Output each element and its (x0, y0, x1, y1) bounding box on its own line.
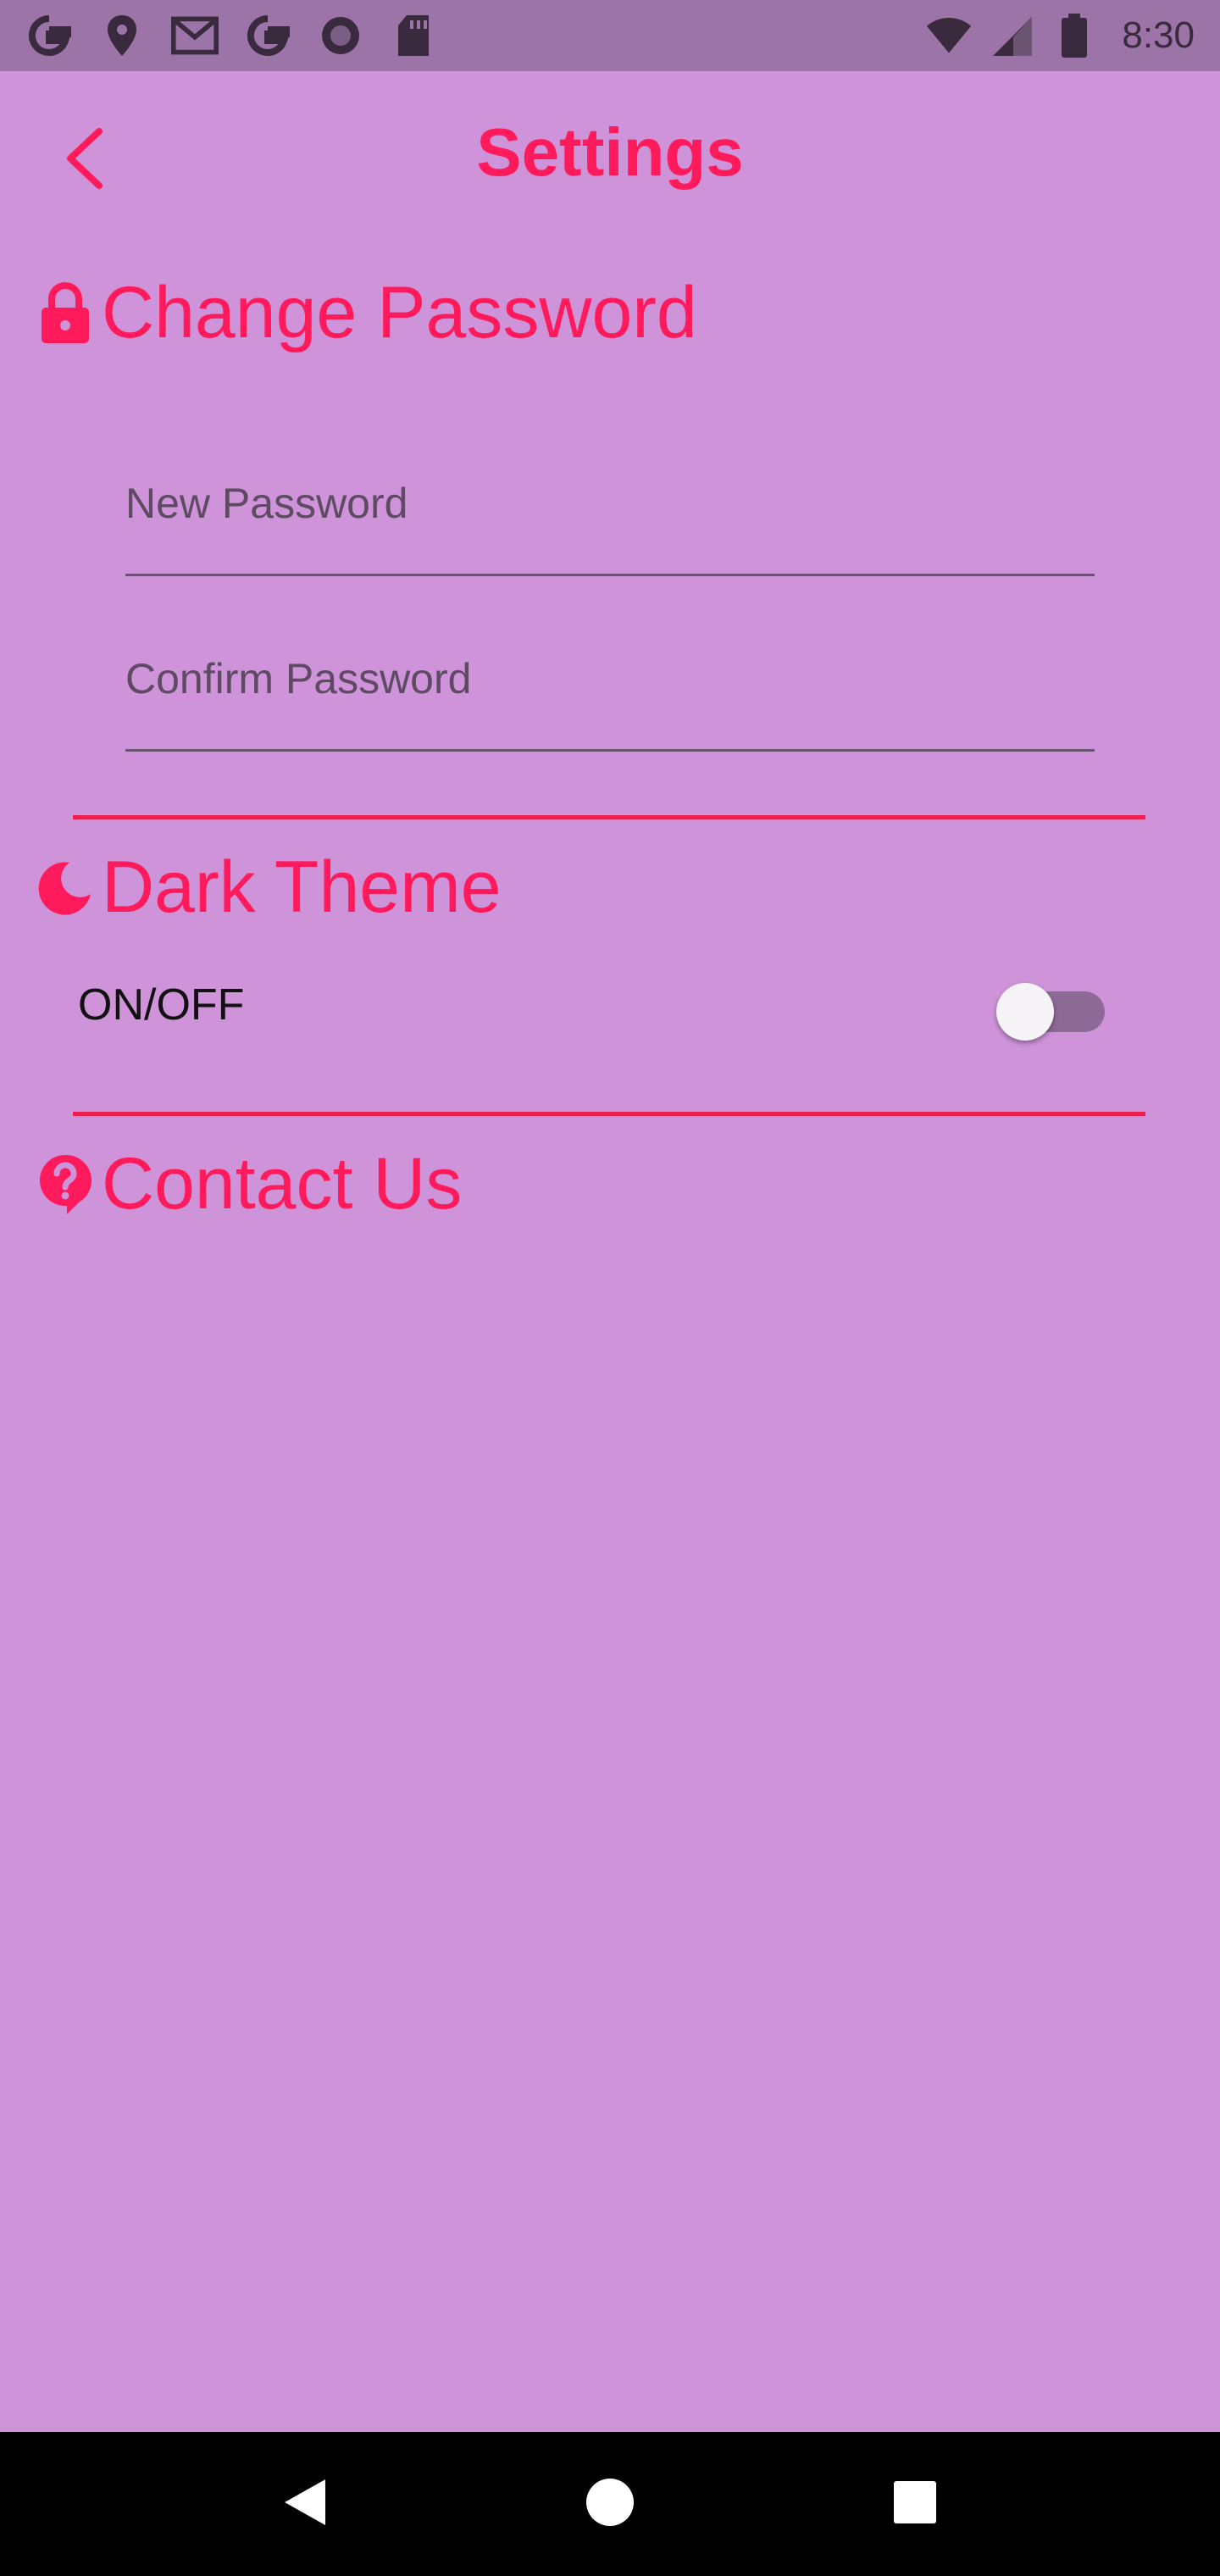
location-pin-icon (98, 12, 146, 59)
section-divider (73, 1112, 1145, 1116)
section-label-change-password: Change Password (102, 272, 697, 353)
system-navigation-bar (0, 2432, 1220, 2576)
confirm-password-input[interactable] (125, 641, 1095, 749)
signal-icon (988, 12, 1035, 59)
sd-card-icon (390, 12, 437, 59)
app-bar: Settings (0, 71, 1220, 241)
page-title: Settings (476, 114, 744, 190)
recents-square-icon (892, 2479, 938, 2529)
gmail-icon (171, 12, 219, 59)
section-dark-theme: Dark Theme (37, 846, 502, 930)
status-bar: 8:30 (0, 0, 1220, 71)
section-label-dark-theme: Dark Theme (102, 847, 502, 928)
new-password-input[interactable] (125, 466, 1095, 574)
google-icon (244, 12, 291, 59)
google-icon (25, 12, 73, 59)
wifi-icon (925, 12, 973, 59)
section-contact-us[interactable]: Contact Us (37, 1142, 462, 1226)
dark-theme-switch[interactable] (996, 983, 1106, 1041)
confirm-password-field[interactable] (125, 641, 1095, 752)
nav-back-button[interactable] (258, 2457, 352, 2551)
battery-icon (1051, 12, 1098, 59)
back-triangle-icon (281, 2476, 329, 2533)
home-circle-icon (585, 2477, 635, 2532)
status-time: 8:30 (1122, 14, 1195, 56)
switch-thumb (996, 983, 1054, 1041)
dark-theme-toggle-label: ON/OFF (78, 980, 245, 1030)
help-icon (37, 1151, 93, 1219)
nav-recents-button[interactable] (868, 2457, 962, 2551)
moon-icon (37, 854, 93, 922)
status-notification-icons (25, 12, 437, 59)
nav-home-button[interactable] (563, 2457, 657, 2551)
section-divider (73, 815, 1145, 819)
section-change-password[interactable]: Change Password (37, 271, 697, 355)
record-icon (317, 12, 364, 59)
lock-icon (37, 280, 93, 347)
status-system-icons: 8:30 (925, 12, 1195, 59)
section-label-contact-us: Contact Us (102, 1143, 463, 1224)
new-password-field[interactable] (125, 466, 1095, 576)
